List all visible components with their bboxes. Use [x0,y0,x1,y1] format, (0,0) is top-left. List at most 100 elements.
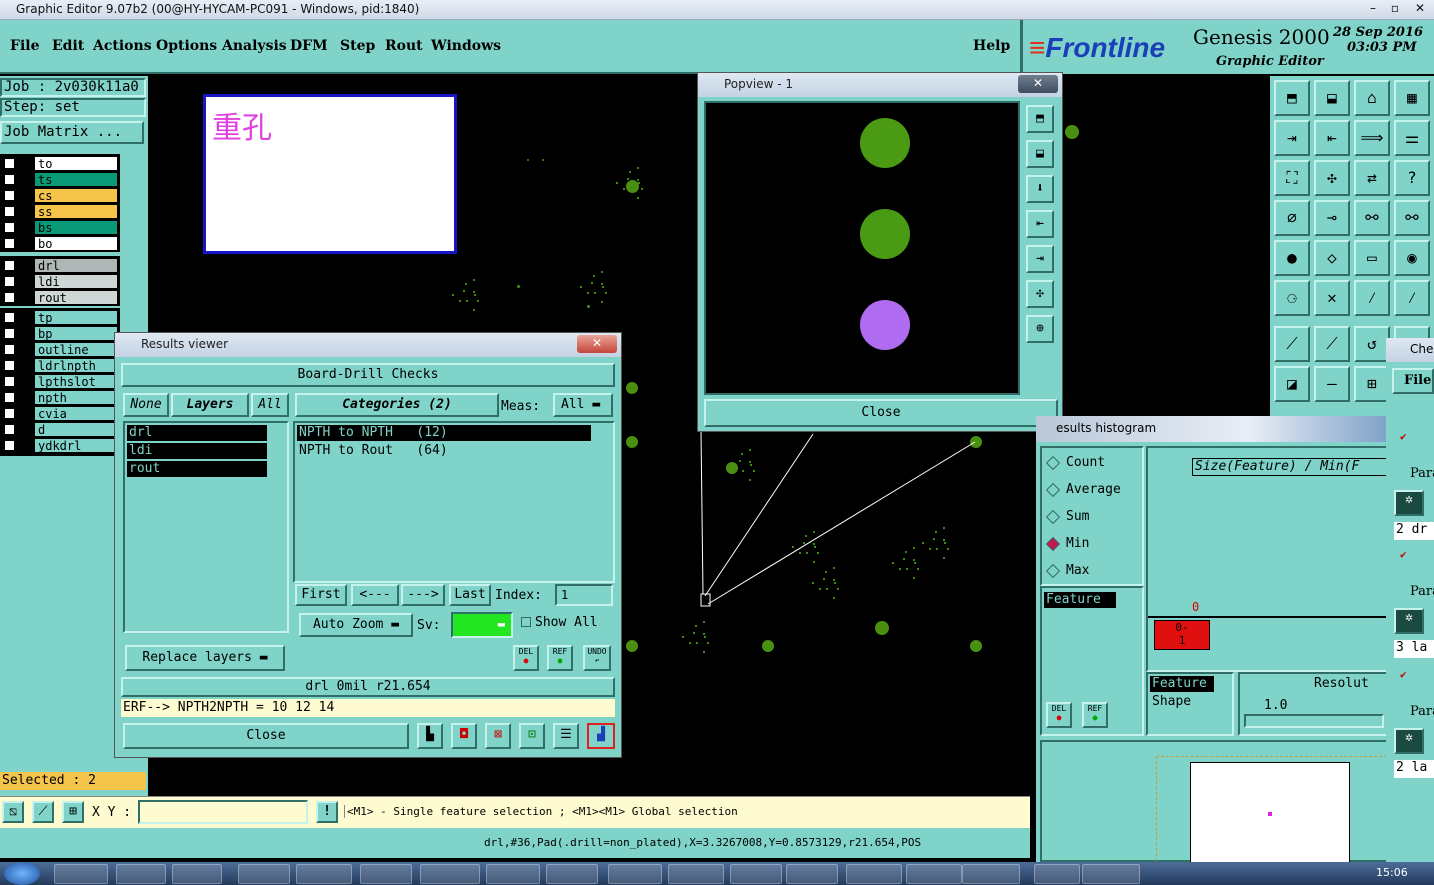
auto-zoom-button[interactable]: Auto Zoom ▬ [299,613,413,637]
feature-shape-list[interactable]: Feature Shape [1146,672,1234,736]
radio-icon[interactable] [1045,536,1061,552]
layers-button[interactable]: Layers [171,393,249,417]
menu-file[interactable]: File [10,38,39,54]
layer-checkbox[interactable] [4,328,15,339]
popview-tool-icon[interactable]: ⊕ [1026,315,1054,343]
undo-button[interactable]: UNDO ↶ [583,645,611,671]
checklist-check-icon[interactable]: ✔ [1400,668,1412,681]
results-layer-item[interactable]: drl [127,425,267,441]
taskbar-button[interactable] [608,864,662,884]
layer-checkbox[interactable] [4,292,15,303]
taskbar-button[interactable] [360,864,412,884]
taskbar-button[interactable] [116,864,166,884]
report-icon[interactable]: ☰ [553,723,579,749]
layer-row-bs[interactable]: bs [2,220,118,235]
results-close-button[interactable]: Close [123,723,409,749]
arrow2-icon[interactable]: ⁄ [1394,280,1430,316]
radio-icon[interactable] [1045,563,1061,579]
layer-row-outline[interactable]: outline [2,342,118,357]
arrow-icon[interactable]: ⁄ [1354,280,1390,316]
layer-row-bo[interactable]: bo [2,236,118,251]
red-marker-icon[interactable]: ◘ [451,723,477,749]
taskbar-button[interactable] [172,864,222,884]
layer-row-drl[interactable]: drl [2,258,118,273]
connect-icon[interactable]: ⚆ [1274,280,1310,316]
job-matrix-button[interactable]: Job Matrix ... [0,121,144,144]
home-view-icon[interactable]: ⌂ [1354,80,1390,116]
layer-name[interactable]: ts [34,172,118,187]
meas-select[interactable]: All ▬ [553,393,613,417]
resolution-slider[interactable] [1244,714,1384,728]
layer-name[interactable]: ydkdrl [34,438,118,453]
layer-checkbox[interactable] [4,344,15,355]
layer-row-ldi[interactable]: ldi [2,274,118,289]
layer-checkbox[interactable] [4,174,15,185]
net2-icon[interactable]: ⚯ [1394,200,1430,236]
layer-row-bp[interactable]: bp [2,326,118,341]
pad-icon[interactable]: ● [1274,240,1310,276]
taskbar-button[interactable] [296,864,352,884]
layer-checkbox[interactable] [4,440,15,451]
results-close-x[interactable]: ✕ [577,335,617,353]
stat-option-average[interactable]: Average [1045,481,1140,499]
pan-right-icon[interactable]: ⇤ [1314,120,1350,156]
menu-dfm[interactable]: DFM [290,38,328,54]
ref-button[interactable]: REF ● [547,645,573,671]
taskbar-button[interactable] [238,864,290,884]
sv-color-select[interactable]: ▬ [451,612,513,638]
taskbar-button[interactable] [668,864,724,884]
popview-tool-icon[interactable]: ⬇ [1026,175,1054,203]
index-input[interactable]: 1 [555,584,613,606]
line-blue-icon[interactable]: ⟋ [1314,326,1350,362]
layer-name[interactable]: cvia [34,406,118,421]
layer-row-npth[interactable]: npth [2,390,118,405]
maximize-button[interactable]: ▫ [1384,2,1406,16]
popview-close-x[interactable]: ✕ [1018,75,1058,93]
popview-close-button[interactable]: Close [704,399,1058,427]
layer-row-ss[interactable]: ss [2,204,118,219]
menu-edit[interactable]: Edit [52,38,84,54]
checklist-run-icon[interactable]: ✲ [1394,608,1424,634]
taskbar-button[interactable] [786,864,838,884]
layer-checkbox[interactable] [4,424,15,435]
histogram-bar[interactable]: 0- 1 [1154,620,1210,650]
zoom-page-icon[interactable]: ⬒ [1274,80,1310,116]
taskbar-button[interactable] [962,864,1020,884]
layer-row-to[interactable]: to [2,156,118,171]
chart-icon[interactable]: ▟ [587,723,615,749]
layer-checkbox[interactable] [4,392,15,403]
taskbar-button[interactable] [846,864,902,884]
layer-checkbox[interactable] [4,206,15,217]
layer-row-lpthslot[interactable]: lpthslot [2,374,118,389]
stat-option-sum[interactable]: Sum [1045,508,1140,526]
probe-icon[interactable]: ⊸ [1314,200,1350,236]
none-button[interactable]: None [123,393,169,417]
checklist-run-icon[interactable]: ✲ [1394,490,1424,516]
feature-list[interactable]: Feature DEL ● REF ● [1040,586,1144,736]
taskbar-button[interactable] [730,864,782,884]
hist-ref-button[interactable]: REF ● [1082,702,1108,728]
radio-icon[interactable] [1045,455,1061,471]
mirror-icon[interactable]: ⟹ [1354,120,1390,156]
net-icon[interactable]: ⚯ [1354,200,1390,236]
shape-item[interactable]: Shape [1152,694,1191,709]
layer-checkbox[interactable] [4,312,15,323]
layer-name[interactable]: ldi [34,274,118,289]
layer-name[interactable]: bo [34,236,118,251]
histogram-tool-icon[interactable]: ▙ [417,723,443,749]
layer-row-ldrlnpth[interactable]: ldrlnpth [2,358,118,373]
category-item[interactable]: NPTH to Rout (64) [297,443,591,459]
ratio-icon[interactable]: ⇄ [1354,160,1390,196]
stat-option-min[interactable]: Min [1045,535,1140,553]
taskbar-button[interactable] [54,864,108,884]
stat-option-max[interactable]: Max [1045,562,1140,580]
popview-tool-icon[interactable]: ✣ [1026,280,1054,308]
layer-row-cvia[interactable]: cvia [2,406,118,421]
menu-windows[interactable]: Windows [431,38,501,54]
menu-rout[interactable]: Rout [385,38,423,54]
taskbar-button[interactable] [906,864,962,884]
taskbar-button[interactable] [486,864,540,884]
select-mode-icon[interactable]: ⧅ [2,801,24,823]
xy-input[interactable] [138,800,308,824]
layer-name[interactable]: ldrlnpth [34,358,118,373]
